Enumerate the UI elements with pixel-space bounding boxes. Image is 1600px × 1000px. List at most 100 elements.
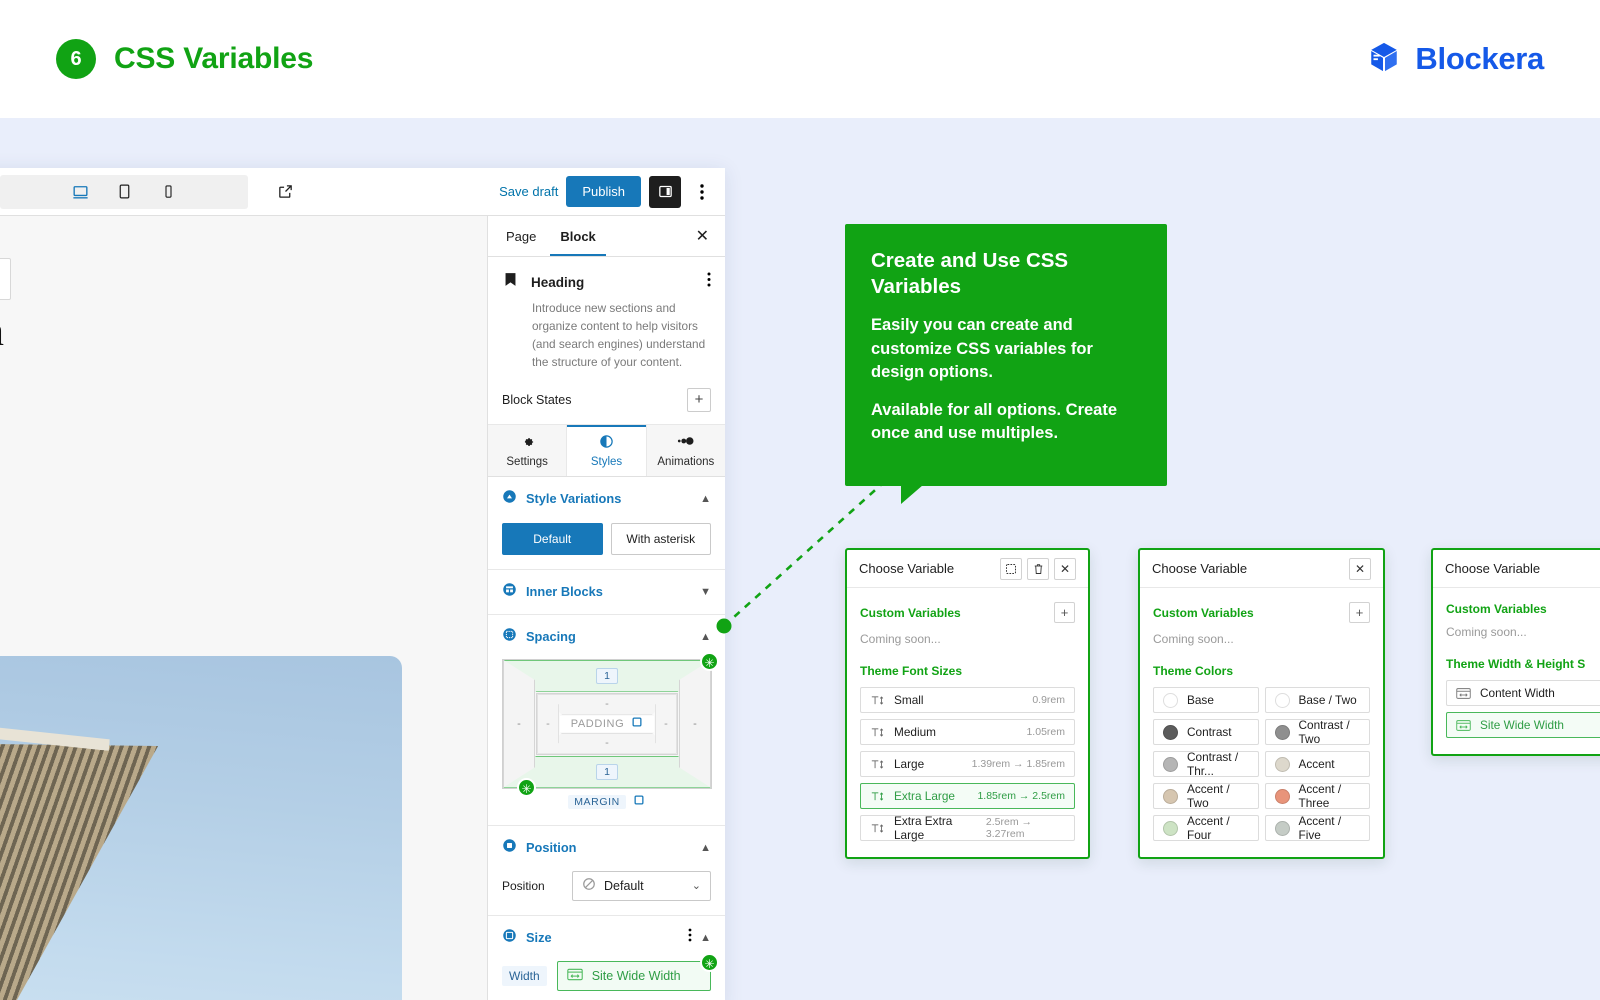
tab-settings-label: Settings <box>506 455 548 468</box>
desktop-icon[interactable] <box>69 181 91 203</box>
width-variable-field[interactable]: Site Wide Width ✳ <box>556 952 719 991</box>
margin-label-row: MARGIN <box>502 793 711 811</box>
variable-item-small[interactable]: Small 0.9rem <box>860 687 1075 713</box>
callout-paragraph-2: Available for all options. Create once a… <box>871 400 1118 443</box>
margin-left-field[interactable]: - <box>503 659 535 788</box>
close-icon[interactable]: ✕ <box>688 226 717 246</box>
chevron-down-icon[interactable]: ▼ <box>700 586 711 598</box>
sidebar-toggle-icon[interactable] <box>649 175 681 208</box>
color-label: Contrast <box>1187 725 1232 739</box>
mobile-icon[interactable] <box>157 181 179 203</box>
margin-bottom-variable-badge[interactable]: ✳ <box>517 777 536 797</box>
callout-paragraph-1: Easily you can create and customize CSS … <box>871 316 1093 382</box>
position-header[interactable]: Position ▲ <box>502 838 711 858</box>
margin-top-variable-badge[interactable]: ✳ <box>700 651 719 671</box>
add-custom-variable-button[interactable]: + <box>1349 602 1370 623</box>
chevron-up-icon[interactable]: ▲ <box>700 842 711 854</box>
close-popup-button[interactable]: ✕ <box>1054 557 1076 580</box>
color-swatch <box>1274 820 1290 836</box>
chevron-up-icon[interactable]: ▲ <box>700 932 711 944</box>
choose-variable-popup-colors: Choose Variable ✕ Custom Variables + Com… <box>1138 548 1385 859</box>
none-icon <box>582 877 596 894</box>
font-size-icon <box>870 727 885 738</box>
callout-tooltip: Create and Use CSS Variables Easily you … <box>845 224 1167 504</box>
popup-header: Choose Variable ✕ <box>847 550 1088 588</box>
color-item-base-two[interactable]: Base / Two <box>1264 687 1370 713</box>
close-popup-button[interactable]: ✕ <box>1349 557 1371 580</box>
tablet-icon[interactable] <box>113 181 135 203</box>
color-item-accent-three[interactable]: Accent / Three <box>1264 782 1370 810</box>
canvas-paragraph-block[interactable]: merges creativity and l excellence. <box>0 458 200 509</box>
style-variation-with-asterisk[interactable]: With asterisk <box>610 522 711 555</box>
block-inspector-panel: Page Block ✕ Heading Introduce new secti… <box>487 216 725 1000</box>
block-toolbar-kebab-icon[interactable] <box>0 259 10 299</box>
custom-variables-header: Custom Variables <box>1446 602 1600 616</box>
color-item-base[interactable]: Base <box>1153 687 1259 713</box>
tab-block[interactable]: Block <box>550 216 605 256</box>
section-style-variations: Style Variations ▲ Default With asterisk <box>488 477 725 570</box>
tab-styles[interactable]: Styles <box>567 424 647 476</box>
delete-variable-button[interactable] <box>1027 557 1049 580</box>
color-swatch <box>1163 692 1178 708</box>
custom-variables-empty-text: Coming soon... <box>1446 625 1527 639</box>
block-states-label: Block States <box>502 392 572 407</box>
variable-item-content-width[interactable]: Content Width <box>1446 680 1600 706</box>
publish-button[interactable]: Publish <box>566 176 641 207</box>
width-variable-badge[interactable]: ✳ <box>700 952 719 972</box>
position-value: Default <box>604 878 644 893</box>
callout-tail <box>901 484 923 504</box>
color-item-contrast[interactable]: Contrast <box>1153 719 1259 745</box>
width-field-row: Width Site Wide Width ✳ <box>502 952 719 991</box>
section-size: Size ▲ Width Site Wide Width ✳ <box>488 916 725 1000</box>
tab-page[interactable]: Page <box>496 216 546 256</box>
external-link-icon[interactable] <box>274 181 296 203</box>
style-variation-options: Default With asterisk <box>502 522 711 555</box>
section-inner-blocks: Inner Blocks ▼ <box>488 570 725 615</box>
editor-canvas: nnovation lity merges creativity and l e… <box>0 216 487 1000</box>
add-custom-variable-button[interactable]: + <box>1054 602 1075 623</box>
variable-item-site-wide-width[interactable]: Site Wide Width <box>1446 712 1600 738</box>
spacing-header[interactable]: Spacing ▲ <box>502 627 711 647</box>
color-item-accent-four[interactable]: Accent / Four <box>1153 814 1259 842</box>
inner-blocks-header[interactable]: Inner Blocks ▼ <box>502 582 711 602</box>
add-block-state-button[interactable]: + <box>687 387 711 412</box>
color-item-accent-two[interactable]: Accent / Two <box>1153 782 1259 810</box>
chevron-up-icon[interactable]: ▲ <box>700 493 711 505</box>
variable-label: Content Width <box>1480 686 1555 700</box>
size-header[interactable]: Size ▲ <box>502 928 711 948</box>
chevron-up-icon[interactable]: ▲ <box>700 631 711 643</box>
variable-item-large[interactable]: Large 1.39rem → 1.85rem <box>860 751 1075 777</box>
position-title: Position <box>526 840 577 856</box>
tab-settings[interactable]: Settings <box>488 424 568 476</box>
gear-icon <box>488 434 566 452</box>
color-label: Base <box>1187 693 1214 707</box>
width-field-label: Width <box>502 965 547 986</box>
half-circle-icon <box>567 434 645 452</box>
tab-animations[interactable]: Animations <box>647 425 725 476</box>
lock-all-sides-icon[interactable] <box>631 715 643 733</box>
block-options-kebab-icon[interactable] <box>707 272 711 292</box>
reset-variable-button[interactable] <box>1000 557 1022 580</box>
position-select[interactable]: Default ⌄ <box>572 870 711 901</box>
canvas-paragraph-line-2: l excellence. <box>0 484 200 510</box>
variable-item-medium[interactable]: Medium 1.05rem <box>860 719 1075 745</box>
color-item-accent[interactable]: Accent <box>1264 751 1370 777</box>
top-banner: 6 CSS Variables Blockera <box>0 0 1600 118</box>
color-item-contrast-three[interactable]: Contrast / Thr... <box>1153 750 1259 778</box>
editor-options-kebab-icon[interactable] <box>689 183 715 200</box>
canvas-heading-line-2: lity <box>0 358 256 408</box>
color-item-contrast-two[interactable]: Contrast / Two <box>1264 718 1370 746</box>
margin-lock-all-sides-icon[interactable] <box>633 793 645 811</box>
size-options-kebab-icon[interactable] <box>688 928 692 947</box>
variable-item-extra-extra-large[interactable]: Extra Extra Large 2.5rem → 3.27rem <box>860 814 1075 842</box>
position-field-label: Position <box>502 878 545 893</box>
canvas-image-block[interactable] <box>0 656 402 1000</box>
style-variation-default[interactable]: Default <box>502 522 603 555</box>
variable-item-extra-large[interactable]: Extra Large 1.85rem → 2.5rem <box>860 783 1075 809</box>
color-item-accent-five[interactable]: Accent / Five <box>1264 814 1370 842</box>
position-field-row: Position Default ⌄ <box>502 870 711 901</box>
canvas-heading-block[interactable]: nnovation lity <box>0 308 256 407</box>
style-variations-header[interactable]: Style Variations ▲ <box>502 489 711 509</box>
save-draft-button[interactable]: Save draft <box>499 184 558 199</box>
margin-right-field[interactable]: - <box>679 659 711 788</box>
